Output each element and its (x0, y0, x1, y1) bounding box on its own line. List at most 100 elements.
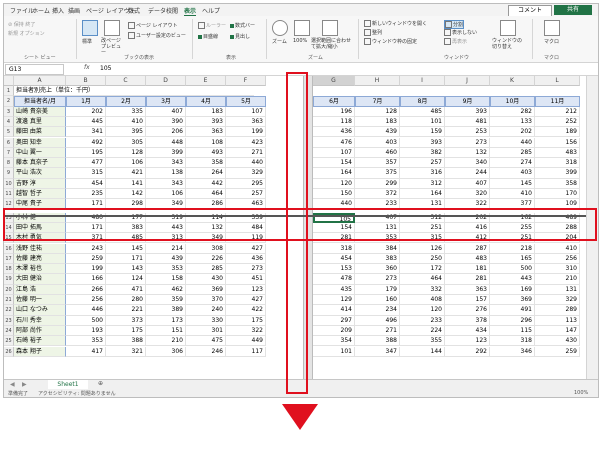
value-cell[interactable]: 256 (66, 295, 106, 306)
row-header[interactable]: 11 (4, 189, 14, 200)
value-cell[interactable]: 393 (186, 116, 226, 128)
macro-icon[interactable] (544, 20, 560, 36)
headings-checkbox[interactable]: 見出し (230, 33, 250, 40)
value-cell[interactable]: 280 (106, 295, 146, 306)
header-cell[interactable]: 6月 (313, 96, 355, 107)
gridlines-checkbox[interactable]: 目盛線 (198, 33, 218, 40)
row-header[interactable]: 6 (4, 137, 14, 148)
row-header[interactable]: 3 (4, 106, 14, 117)
value-cell[interactable]: 147 (535, 325, 580, 337)
value-cell[interactable]: 106 (106, 158, 146, 169)
value-cell[interactable]: 150 (313, 189, 355, 200)
value-cell[interactable]: 475 (186, 336, 226, 347)
add-sheet-icon[interactable]: ⊕ (98, 380, 103, 387)
menu-tab-7[interactable]: 校閲 (166, 6, 178, 15)
value-cell[interactable]: 123 (445, 336, 490, 347)
value-cell[interactable]: 141 (106, 178, 146, 189)
value-cell[interactable]: 123 (226, 284, 266, 295)
value-cell[interactable]: 369 (186, 284, 226, 295)
value-cell[interactable]: 145 (106, 243, 146, 254)
value-cell[interactable]: 403 (355, 137, 400, 148)
name-cell[interactable]: 山崎 貴奈美 (14, 106, 66, 117)
value-cell[interactable]: 189 (535, 127, 580, 138)
value-cell[interactable]: 287 (445, 243, 490, 254)
value-cell[interactable]: 346 (490, 346, 535, 357)
value-cell[interactable]: 312 (400, 178, 445, 189)
value-cell[interactable]: 165 (490, 253, 535, 265)
split-button[interactable]: 分割 (444, 20, 465, 29)
value-cell[interactable]: 360 (355, 264, 400, 275)
value-cell[interactable]: 206 (146, 127, 186, 138)
value-cell[interactable]: 322 (226, 325, 266, 337)
header-cell[interactable]: 4月 (186, 96, 226, 107)
value-cell[interactable]: 321 (106, 346, 146, 357)
name-cell[interactable]: 藤本 真奈子 (14, 158, 66, 169)
menu-tab-8[interactable]: 表示 (184, 6, 197, 16)
value-cell[interactable]: 427 (226, 295, 266, 306)
select-all-corner[interactable] (4, 76, 14, 86)
value-cell[interactable]: 159 (400, 127, 445, 138)
value-cell[interactable]: 160 (355, 295, 400, 306)
value-cell[interactable]: 372 (355, 189, 400, 200)
row-header[interactable]: 24 (4, 325, 14, 337)
value-cell[interactable]: 118 (313, 116, 355, 128)
value-cell[interactable]: 430 (535, 336, 580, 347)
value-cell[interactable]: 253 (445, 127, 490, 138)
row-header[interactable]: 2 (4, 96, 14, 107)
value-cell[interactable]: 408 (400, 295, 445, 306)
value-cell[interactable]: 218 (490, 243, 535, 254)
value-cell[interactable]: 332 (400, 284, 445, 295)
row-header[interactable]: 26 (4, 346, 14, 357)
name-cell[interactable]: 浅野 佳祐 (14, 243, 66, 254)
value-cell[interactable]: 476 (313, 137, 355, 148)
value-cell[interactable]: 276 (445, 305, 490, 316)
switch-window-button[interactable]: ウィンドウの切り替え (492, 38, 524, 50)
value-cell[interactable]: 427 (226, 243, 266, 254)
value-cell[interactable]: 156 (535, 137, 580, 148)
value-cell[interactable]: 101 (400, 116, 445, 128)
value-cell[interactable]: 430 (186, 274, 226, 285)
header-cell[interactable]: 10月 (490, 96, 535, 107)
value-cell[interactable]: 462 (146, 284, 186, 295)
hide-button[interactable]: 表示しない (444, 29, 477, 36)
value-cell[interactable]: 492 (66, 137, 106, 148)
row-header[interactable]: 25 (4, 336, 14, 347)
value-cell[interactable]: 120 (313, 178, 355, 189)
value-cell[interactable]: 383 (355, 253, 400, 265)
menu-tab-3[interactable]: 描画 (68, 6, 80, 15)
name-cell[interactable]: 石崎 裕子 (14, 336, 66, 347)
value-cell[interactable]: 439 (355, 127, 400, 138)
new-window-button[interactable]: 新しいウィンドウを開く (364, 20, 427, 27)
value-cell[interactable]: 320 (445, 189, 490, 200)
freeze-panes-button[interactable]: ウィンドウ枠の固定 (364, 38, 417, 45)
value-cell[interactable]: 388 (355, 336, 400, 347)
name-cell[interactable]: 阿部 尚作 (14, 325, 66, 337)
value-cell[interactable]: 500 (490, 264, 535, 275)
value-cell[interactable]: 330 (186, 315, 226, 326)
menu-tab-9[interactable]: ヘルプ (202, 6, 220, 15)
value-cell[interactable]: 393 (400, 137, 445, 148)
page-break-icon[interactable] (104, 20, 120, 36)
name-cell[interactable]: 山口 なつみ (14, 305, 66, 316)
value-cell[interactable]: 363 (226, 116, 266, 128)
menu-tab-0[interactable]: ファイル (10, 6, 34, 15)
value-cell[interactable]: 395 (106, 127, 146, 138)
value-cell[interactable]: 343 (146, 158, 186, 169)
value-cell[interactable]: 357 (355, 158, 400, 169)
name-cell[interactable]: 中山 翼一 (14, 147, 66, 159)
menu-tab-1[interactable]: ホーム (32, 6, 50, 15)
zoom-selection-icon[interactable] (322, 20, 338, 36)
value-cell[interactable]: 252 (535, 116, 580, 128)
row-header[interactable]: 21 (4, 295, 14, 306)
value-cell[interactable]: 226 (186, 253, 226, 265)
value-cell[interactable]: 491 (490, 305, 535, 316)
value-cell[interactable]: 153 (313, 264, 355, 275)
value-cell[interactable]: 154 (313, 158, 355, 169)
value-cell[interactable]: 435 (313, 284, 355, 295)
value-cell[interactable]: 422 (226, 305, 266, 316)
header-cell[interactable]: 担当者名/月 (14, 96, 66, 107)
name-cell[interactable]: 吉野 淳 (14, 178, 66, 189)
value-cell[interactable]: 212 (535, 106, 580, 117)
value-cell[interactable]: 369 (490, 295, 535, 306)
name-cell[interactable]: 佐藤 建亮 (14, 253, 66, 265)
